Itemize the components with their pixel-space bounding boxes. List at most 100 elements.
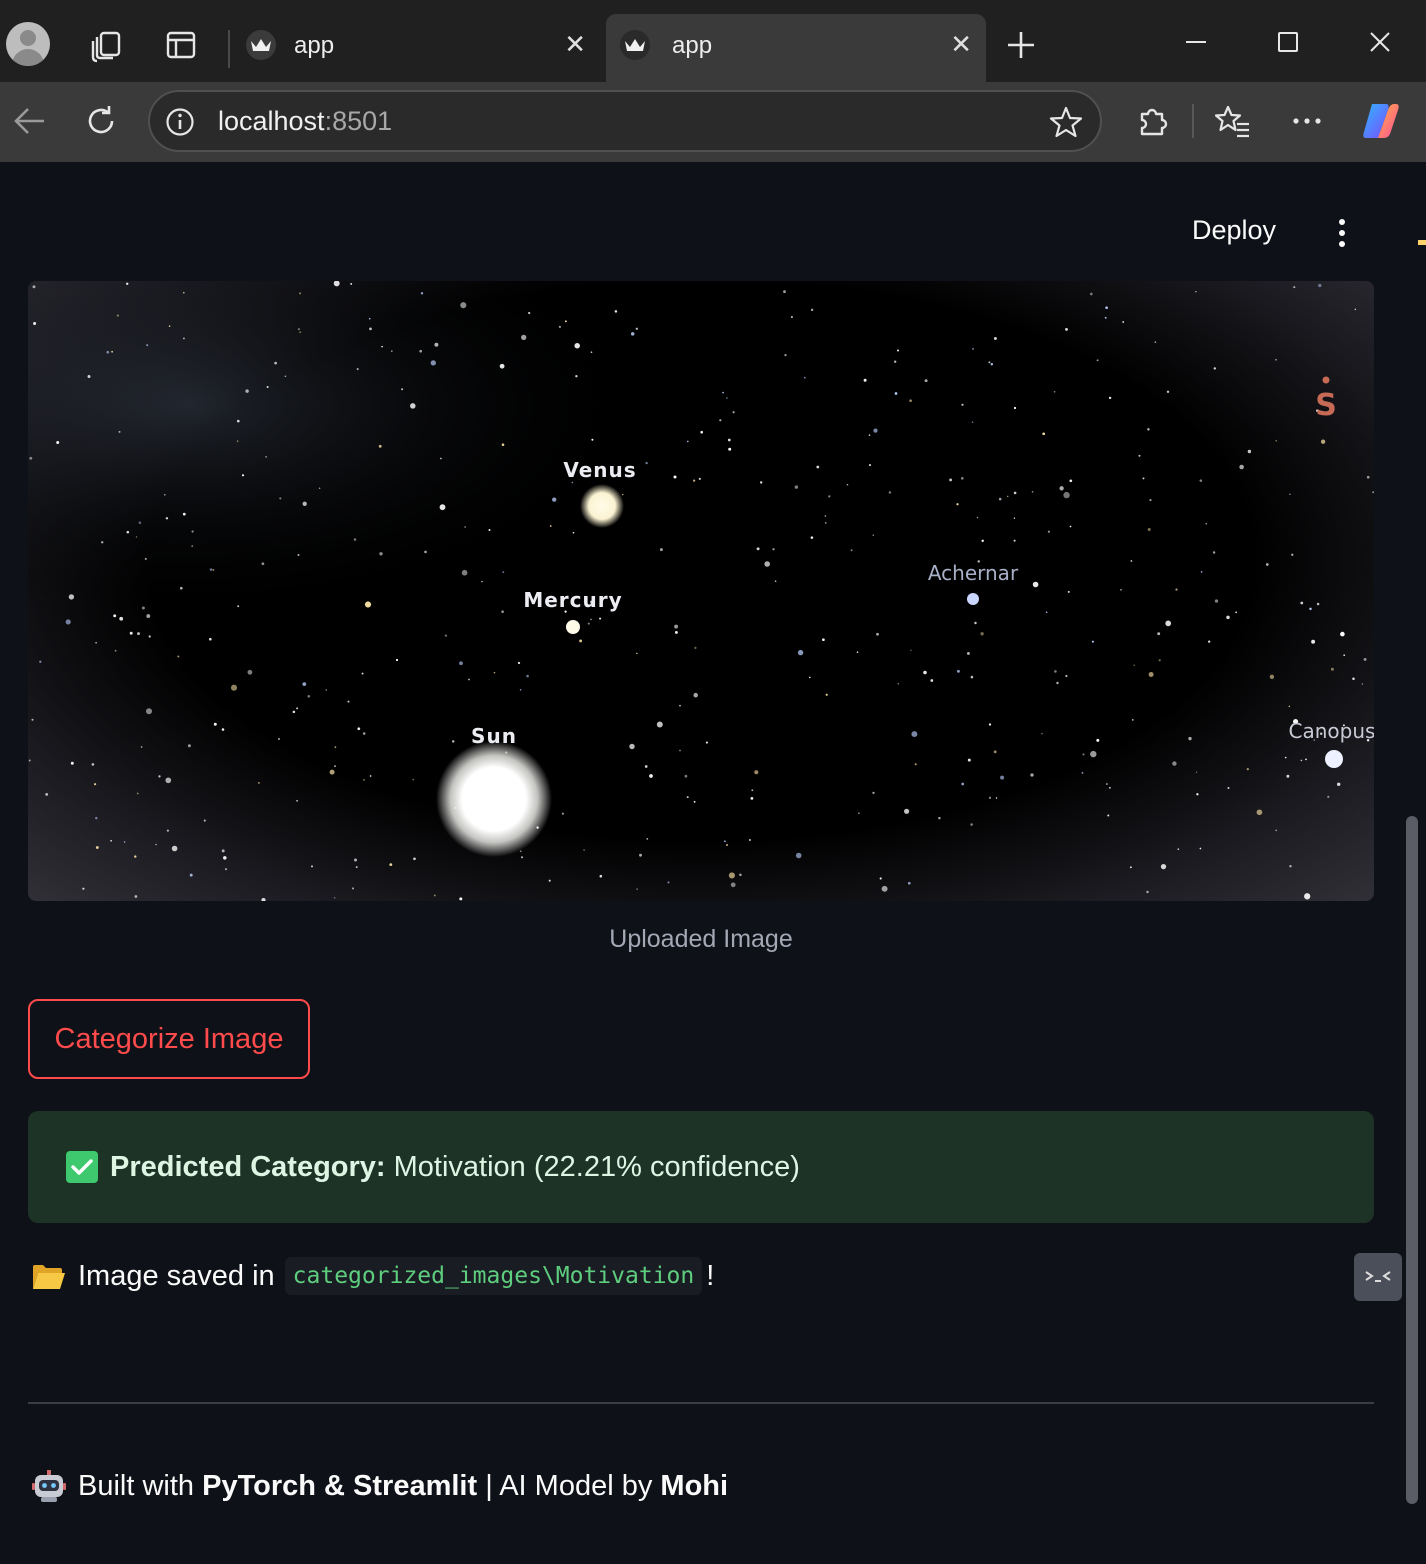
background-star [751,789,754,792]
background-star [924,379,928,383]
background-star [182,512,186,516]
background-star [756,547,760,551]
background-star [29,456,33,460]
star-map-image: Venus Mercury Sun Achernar Canopus S [28,281,1374,901]
background-star [575,375,578,378]
background-star [141,606,145,610]
workspaces-icon[interactable] [86,24,128,66]
tab-app-2[interactable]: app ✕ [606,14,986,82]
background-star [1275,829,1278,832]
background-star [45,792,49,796]
open-folder-icon [32,1263,66,1289]
close-icon[interactable]: ✕ [950,32,972,58]
background-star [684,774,688,778]
refresh-icon[interactable] [80,100,122,142]
extensions-icon[interactable] [1132,100,1174,142]
background-star [980,632,984,636]
background-star [822,638,825,642]
background-star [694,646,697,650]
background-star [1106,783,1108,785]
url-field[interactable]: localhost:8501 [148,90,1102,152]
background-star [687,440,689,443]
page-scrollbar[interactable] [1406,816,1418,1504]
background-star [1147,428,1150,431]
maximize-icon[interactable] [1268,22,1308,62]
background-star [1045,611,1048,614]
sun-marker [436,741,552,857]
background-star [137,632,140,636]
minimize-icon[interactable] [1176,22,1216,62]
close-icon[interactable]: ✕ [564,32,586,58]
background-star [649,774,653,778]
more-options-icon[interactable] [1286,100,1328,142]
canopus-label: Canopus [1289,719,1374,743]
uploaded-image: Venus Mercury Sun Achernar Canopus S [28,281,1374,901]
robot-icon [32,1469,66,1503]
background-star [363,779,365,781]
background-star [350,282,353,285]
tab-app-1[interactable]: app ✕ [236,14,600,82]
background-star [155,843,157,846]
venus-marker [580,484,624,528]
background-star [730,882,736,888]
deploy-button[interactable]: Deploy [1192,215,1276,246]
background-star [1354,308,1357,311]
background-star [970,675,974,679]
background-star [639,853,642,857]
background-star [1120,588,1122,591]
background-star [824,515,827,517]
background-star [910,649,912,652]
tab-actions-icon[interactable] [160,24,202,66]
background-star [110,839,112,842]
background-star [212,568,215,571]
favorite-star-icon[interactable] [1048,104,1084,140]
background-star [1069,479,1073,483]
background-star [673,475,677,479]
back-arrow-icon[interactable] [8,100,50,142]
profile-avatar[interactable] [6,22,50,66]
background-star [351,887,355,890]
background-star [1122,321,1125,323]
status-widget[interactable] [1354,1253,1402,1301]
background-star [519,689,522,691]
background-star [334,746,337,748]
background-star [1069,525,1072,528]
background-star [111,350,113,353]
background-star [118,430,121,433]
background-star [693,800,696,803]
background-star [1366,475,1370,479]
background-star [1340,631,1345,637]
background-star [424,550,427,554]
background-star [970,823,973,826]
site-info-icon[interactable] [164,106,196,138]
window-close-icon[interactable] [1360,22,1400,62]
background-star [501,610,504,613]
background-star [395,658,399,662]
background-star [368,317,371,320]
footer-tech: PyTorch & Streamlit [202,1469,478,1502]
background-star [686,796,689,799]
new-tab-icon[interactable] [1000,24,1042,66]
background-star [956,503,959,506]
background-star [499,363,505,369]
background-star [960,476,964,480]
background-star [674,630,678,634]
background-star [966,651,970,655]
background-star [728,872,735,879]
background-star [1196,793,1199,796]
background-star [1165,620,1172,627]
favorites-list-icon[interactable] [1212,100,1254,142]
background-star [698,477,701,480]
background-star [299,331,302,334]
saved-message: Image saved in categorized_images\Motiva… [32,1249,714,1303]
background-star [981,539,984,543]
background-star [310,865,314,868]
categorize-image-button[interactable]: Categorize Image [28,999,310,1079]
main-menu-icon[interactable] [1330,217,1354,249]
background-star [410,403,416,409]
background-star [1195,290,1197,293]
background-star [168,325,171,327]
copilot-icon[interactable] [1356,96,1406,146]
footer-author: Mohi [660,1469,729,1502]
compass-marker [1322,376,1330,384]
